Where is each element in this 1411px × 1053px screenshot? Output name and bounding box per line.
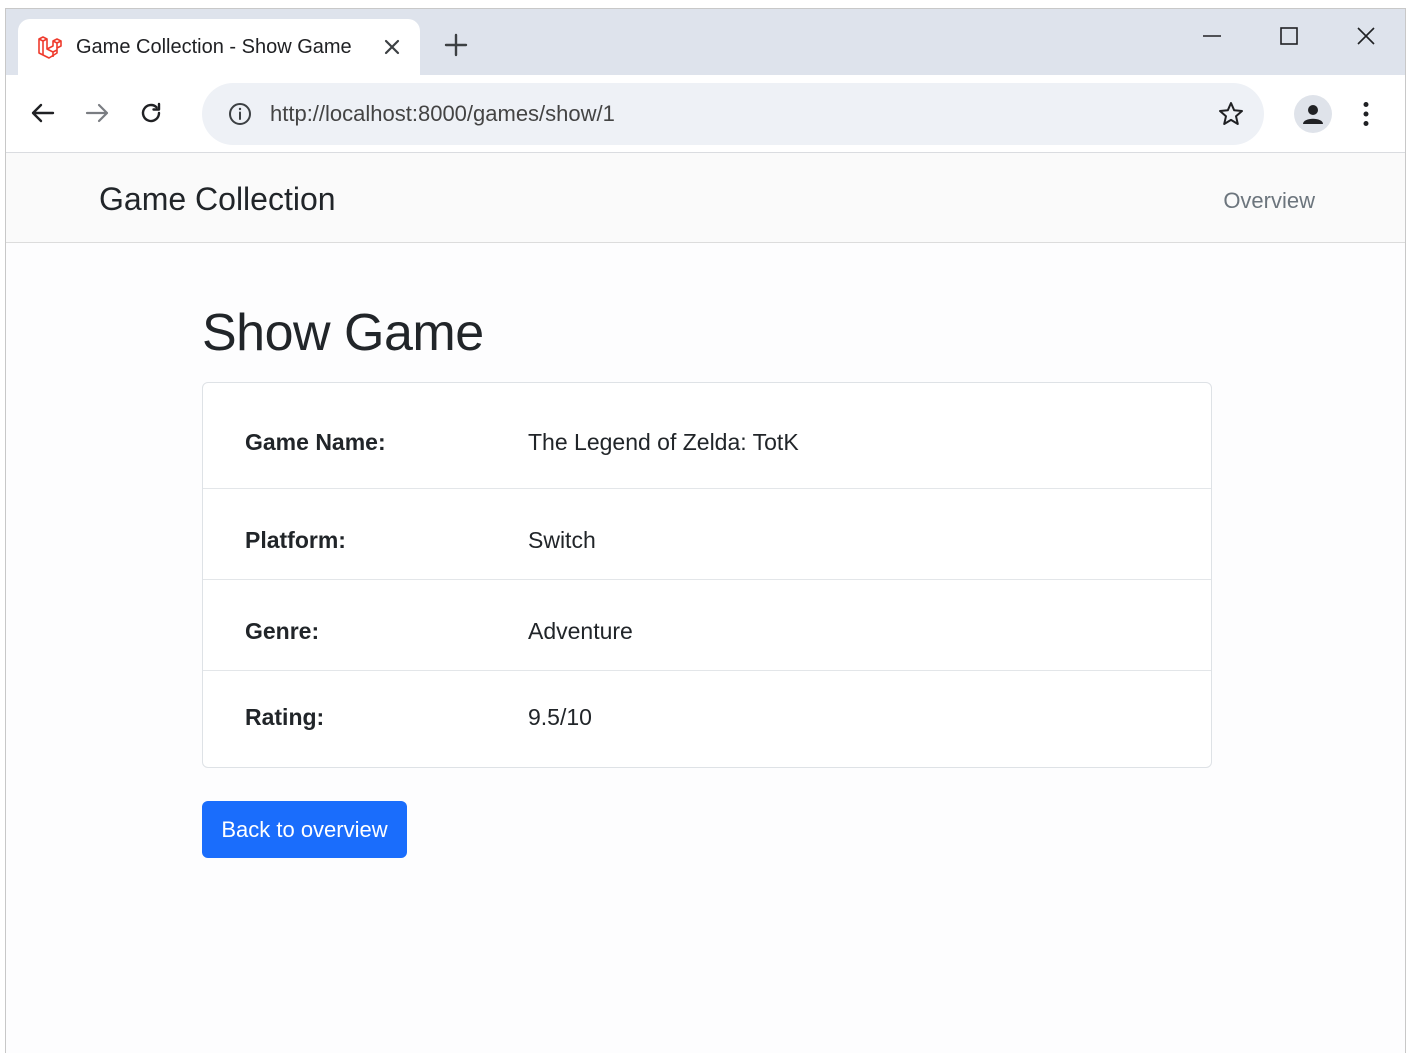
address-bar[interactable]: http://localhost:8000/games/show/1 (202, 83, 1264, 145)
new-tab-icon[interactable] (442, 31, 470, 59)
menu-dots-icon[interactable] (1354, 95, 1378, 133)
detail-row-game-name: Game Name: The Legend of Zelda: TotK (203, 383, 1211, 489)
game-details-card: Game Name: The Legend of Zelda: TotK Pla… (202, 382, 1212, 768)
nav-link-overview[interactable]: Overview (1223, 188, 1315, 214)
detail-label: Game Name: (245, 429, 386, 455)
tab-title: Game Collection - Show Game (76, 35, 352, 58)
detail-value: 9.5/10 (528, 704, 592, 730)
back-to-overview-button[interactable]: Back to overview (202, 801, 407, 858)
detail-label: Rating: (245, 704, 325, 730)
detail-value: Switch (528, 527, 596, 553)
navbar-brand[interactable]: Game Collection (99, 181, 336, 218)
detail-label: Platform: (245, 527, 346, 553)
detail-row-platform: Platform: Switch (203, 489, 1211, 580)
page-title: Show Game (202, 304, 484, 362)
maximize-icon[interactable] (1265, 19, 1313, 53)
page-content: Game Collection Overview Show Game Game … (6, 153, 1405, 1053)
detail-value: Adventure (528, 618, 633, 644)
reload-icon[interactable] (133, 95, 169, 131)
minimize-icon[interactable] (1188, 19, 1236, 53)
laravel-logo-icon (36, 33, 64, 61)
forward-arrow-icon[interactable] (79, 95, 115, 131)
browser-toolbar: http://localhost:8000/games/show/1 (6, 75, 1405, 153)
tab-strip: Game Collection - Show Game (6, 9, 1405, 75)
detail-label: Genre: (245, 618, 320, 644)
close-window-icon[interactable] (1342, 19, 1390, 53)
bookmark-star-icon[interactable] (1216, 99, 1246, 129)
profile-avatar-icon[interactable] (1294, 95, 1332, 133)
info-icon[interactable] (226, 100, 254, 128)
back-arrow-icon[interactable] (25, 95, 61, 131)
browser-window: Game Collection - Show Game http://local… (5, 8, 1406, 1053)
detail-row-rating: Rating: 9.5/10 (203, 671, 1211, 767)
detail-value: The Legend of Zelda: TotK (528, 429, 799, 455)
url-text[interactable]: http://localhost:8000/games/show/1 (270, 101, 615, 127)
site-navbar: Game Collection Overview (6, 153, 1405, 243)
detail-row-genre: Genre: Adventure (203, 580, 1211, 671)
close-tab-icon[interactable] (378, 33, 406, 61)
browser-tab[interactable]: Game Collection - Show Game (18, 19, 420, 75)
